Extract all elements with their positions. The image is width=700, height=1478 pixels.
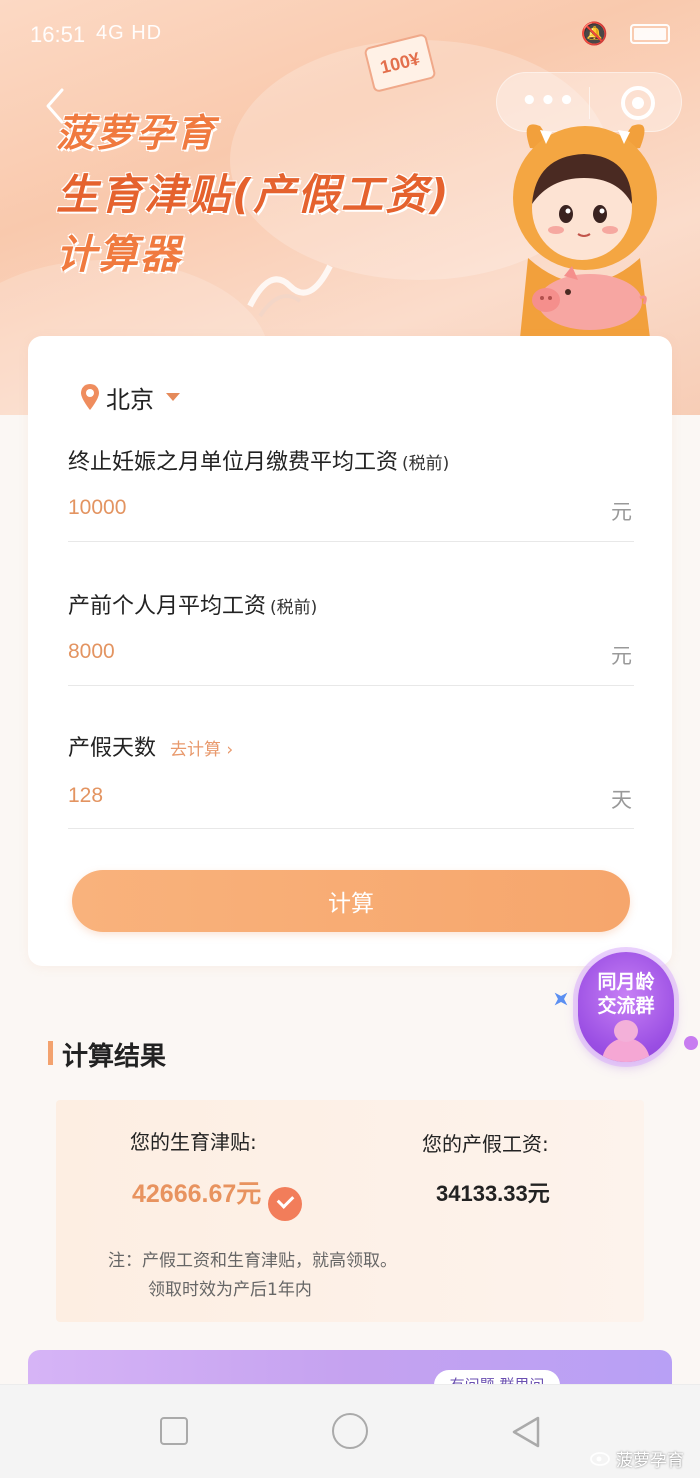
group-badge-line2: 交流群 bbox=[597, 995, 655, 1017]
group-badge-text: 同月龄 交流群 bbox=[578, 970, 674, 1018]
title-main: 生育津贴(产假工资) bbox=[56, 170, 451, 219]
days-unit: 天 bbox=[611, 788, 632, 812]
status-network: 4G HD bbox=[96, 22, 163, 44]
caret-down-icon bbox=[166, 393, 180, 401]
days-label: 产假天数 bbox=[68, 736, 157, 761]
salary-field-label: 终止妊娠之月单位月缴费平均工资 (税前) bbox=[68, 444, 449, 476]
check-icon bbox=[268, 1187, 302, 1221]
mute-icon: 🔕 bbox=[580, 22, 608, 47]
divider bbox=[68, 541, 634, 542]
wage-value: 34133.33元 bbox=[436, 1181, 550, 1206]
title-brand: 菠萝孕育 bbox=[56, 111, 217, 155]
battery-icon bbox=[630, 24, 670, 44]
personal-field-label: 产前个人月平均工资 (税前) bbox=[68, 588, 317, 620]
recent-apps-button[interactable] bbox=[160, 1417, 188, 1445]
personal-note: (税前) bbox=[270, 598, 318, 618]
salary-unit: 元 bbox=[611, 500, 632, 524]
status-time: 16:51 bbox=[30, 22, 86, 47]
days-input[interactable]: 128 bbox=[68, 784, 103, 808]
wage-label: 您的产假工资: bbox=[422, 1132, 549, 1156]
city-selector[interactable]: 北京 bbox=[80, 380, 180, 414]
status-icons: 🔕 bbox=[560, 20, 670, 50]
city-label: 北京 bbox=[106, 385, 154, 414]
weibo-icon bbox=[590, 1452, 610, 1466]
result-note-line1: 注：产假工资和生育津贴，就高领取。 bbox=[108, 1251, 397, 1271]
salary-input[interactable]: 10000 bbox=[68, 496, 126, 520]
location-pin-icon bbox=[81, 384, 99, 410]
result-note-line2: 领取时效为产后1年内 bbox=[148, 1280, 312, 1300]
watermark: 菠萝孕育 bbox=[616, 1451, 684, 1471]
group-badge-line1: 同月龄 bbox=[597, 971, 655, 993]
back-triangle-icon[interactable] bbox=[510, 1415, 542, 1449]
paper-decoration bbox=[247, 264, 333, 318]
sparkle-icon bbox=[548, 986, 573, 1011]
status-bar: 16:51 4G HD 🔕 bbox=[0, 0, 700, 70]
calculator-form: 北京 终止妊娠之月单位月缴费平均工资 (税前) 10000 元 产前个人月平均工资… bbox=[28, 336, 672, 966]
salary-label: 终止妊娠之月单位月缴费平均工资 bbox=[68, 450, 399, 475]
group-chat-badge[interactable]: 同月龄 交流群 bbox=[578, 952, 674, 1062]
section-accent-bar bbox=[48, 1041, 53, 1065]
calculate-days-link[interactable]: 去计算 › bbox=[170, 740, 233, 760]
home-button[interactable] bbox=[332, 1413, 368, 1449]
calculate-button[interactable]: 计算 bbox=[72, 870, 630, 932]
avatar-head bbox=[614, 1020, 638, 1042]
allowance-label: 您的生育津贴: bbox=[130, 1130, 257, 1154]
divider bbox=[68, 828, 634, 829]
personal-label: 产前个人月平均工资 bbox=[68, 594, 267, 619]
piggy-bank-icon bbox=[532, 266, 647, 330]
salary-note: (税前) bbox=[402, 454, 450, 474]
divider bbox=[68, 685, 634, 686]
personal-unit: 元 bbox=[611, 644, 632, 668]
allowance-value: 42666.67元 bbox=[132, 1180, 262, 1208]
days-field-label: 产假天数 去计算 › bbox=[68, 730, 233, 762]
dot-decoration-icon bbox=[684, 1036, 698, 1050]
result-title: 计算结果 bbox=[62, 1042, 167, 1072]
personal-salary-input[interactable]: 8000 bbox=[68, 640, 115, 664]
